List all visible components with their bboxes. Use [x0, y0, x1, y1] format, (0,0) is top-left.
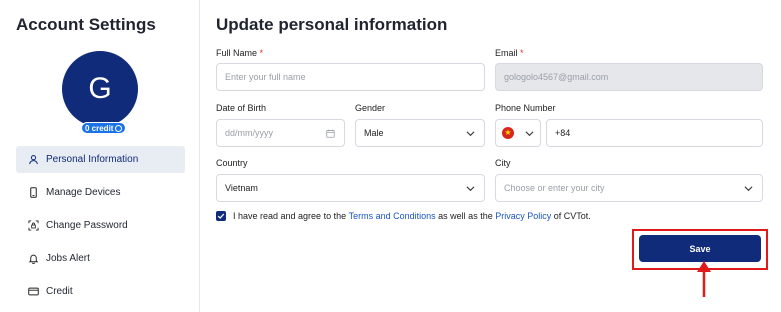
phone-label: Phone Number	[495, 103, 556, 113]
sidebar-item-label: Credit	[46, 286, 73, 297]
terms-link[interactable]: Terms and Conditions	[349, 211, 436, 221]
sidebar-item-manage-devices[interactable]: Manage Devices	[16, 179, 185, 206]
sidebar-item-label: Manage Devices	[46, 187, 121, 198]
save-button[interactable]: Save	[639, 235, 761, 262]
full-name-placeholder: Enter your full name	[225, 72, 306, 82]
calendar-icon[interactable]	[326, 129, 335, 138]
lock-scan-icon	[28, 220, 39, 231]
credit-badge: 0 credit	[81, 122, 127, 134]
email-label: Email *	[495, 48, 524, 58]
credit-badge-label: 0 credit	[85, 123, 114, 133]
sidebar-item-label: Change Password	[46, 220, 128, 231]
country-select[interactable]: Vietnam	[216, 174, 485, 202]
dob-label: Date of Birth	[216, 103, 267, 113]
country-value: Vietnam	[225, 183, 258, 193]
checkmark-icon	[217, 213, 225, 219]
vietnam-flag-icon: ★	[502, 127, 514, 139]
country-label: Country	[216, 158, 248, 168]
city-select[interactable]: Choose or enter your city	[495, 174, 763, 202]
sidebar-item-personal-information[interactable]: Personal Information	[16, 146, 185, 173]
chevron-down-icon	[466, 186, 475, 192]
chevron-down-icon	[525, 131, 534, 137]
required-marker: *	[520, 48, 524, 58]
phone-input[interactable]: +84	[546, 119, 763, 147]
sidebar-item-jobs-alert[interactable]: Jobs Alert	[16, 245, 185, 272]
chevron-down-icon	[744, 186, 753, 192]
arrow-up-icon	[697, 261, 711, 297]
phone-icon	[30, 187, 37, 198]
full-name-label-text: Full Name	[216, 48, 258, 58]
page-title: Update personal information	[216, 15, 448, 34]
agree-text-2: as well as the	[438, 211, 493, 221]
sidebar-menu: Personal Information Manage Devices Chan…	[16, 146, 185, 311]
dob-field[interactable]: dd/mm/yyyy	[216, 119, 345, 147]
city-placeholder: Choose or enter your city	[504, 183, 605, 193]
gender-label: Gender	[355, 103, 386, 113]
sidebar-title: Account Settings	[16, 15, 156, 34]
email-field: gologolo4567@gmail.com	[495, 63, 763, 91]
sidebar-item-credit[interactable]: Credit	[16, 278, 185, 305]
phone-value: +84	[555, 128, 571, 138]
email-value: gologolo4567@gmail.com	[504, 72, 609, 82]
agreement-row: I have read and agree to the Terms and C…	[216, 211, 591, 221]
save-button-label: Save	[689, 243, 711, 254]
email-label-text: Email	[495, 48, 518, 58]
coin-icon	[115, 124, 123, 132]
country-code-select[interactable]: ★	[495, 119, 541, 147]
user-icon	[29, 155, 38, 165]
full-name-label: Full Name *	[216, 48, 263, 58]
sidebar-item-change-password[interactable]: Change Password	[16, 212, 185, 239]
privacy-link[interactable]: Privacy Policy	[495, 211, 551, 221]
full-name-field[interactable]: Enter your full name	[216, 63, 485, 91]
sidebar-item-label: Jobs Alert	[46, 253, 90, 264]
gender-select[interactable]: Male	[355, 119, 485, 147]
city-label: City	[495, 158, 511, 168]
bell-icon	[28, 254, 39, 264]
agree-text-1: I have read and agree to the	[233, 211, 347, 221]
sidebar: Account Settings G 0 credit Personal Inf…	[0, 0, 200, 312]
agree-checkbox[interactable]	[216, 211, 226, 221]
avatar-initial: G	[88, 72, 112, 105]
card-icon	[28, 287, 39, 296]
avatar[interactable]: G	[62, 51, 138, 127]
gender-value: Male	[364, 128, 384, 138]
chevron-down-icon	[466, 131, 475, 137]
sidebar-item-label: Personal Information	[46, 154, 139, 165]
dob-placeholder: dd/mm/yyyy	[225, 128, 274, 138]
required-marker: *	[259, 48, 264, 58]
agree-text-3: of CVTot.	[553, 211, 591, 221]
